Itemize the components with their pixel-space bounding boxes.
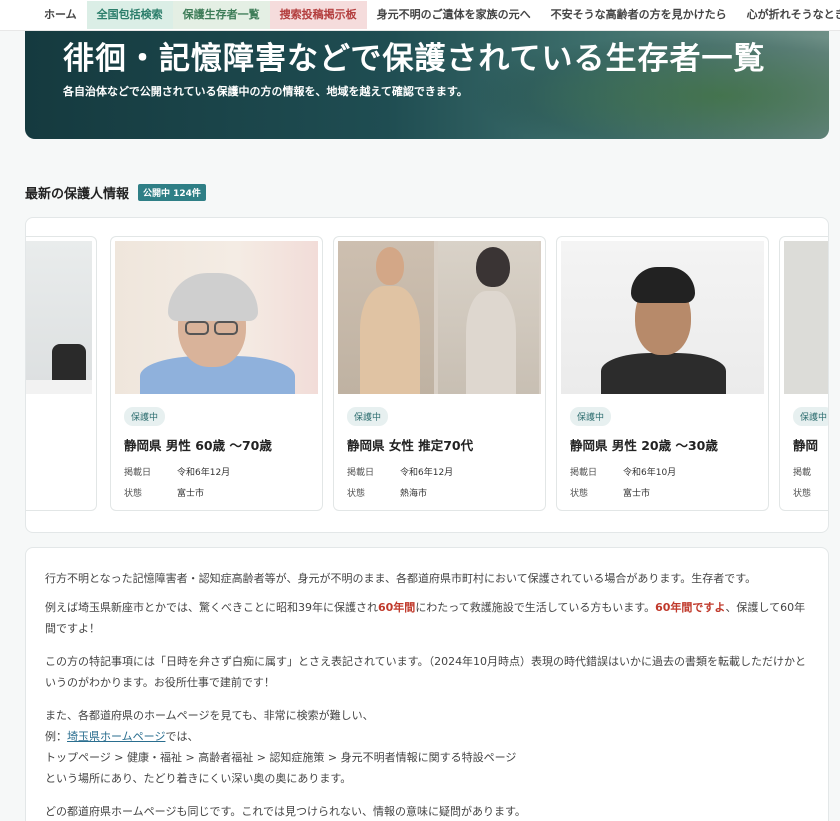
hero-subtitle: 各自治体などで公開されている保護中の方の情報を、地域を越えて確認できます。 (63, 85, 468, 98)
paragraph-4: また、各都道府県のホームページを見ても、非常に検索が難しい、 例：埼玉県ホームペ… (45, 705, 815, 789)
top-nav: ホーム 全国包括検索 保護生存者一覧 捜索投稿掲示板 身元不明のご遺体を家族の元… (0, 0, 840, 31)
text: にわたって救護施設で生活している方もいます。 (415, 601, 656, 614)
paragraph-1: 行方不明となった記憶障害者・認知症高齢者等が、身元が不明のまま、各都道府県市町村… (45, 572, 757, 585)
status-chip: 保護中 (570, 407, 612, 426)
meta-label-date: 掲載日 (570, 468, 598, 478)
card-title: 静岡県 男性 20歳 〜30歳 (570, 438, 718, 453)
meta-value-date: 令和6年12月 (400, 468, 454, 478)
text: また、各都道府県のホームページを見ても、非常に検索が難しい、 (45, 709, 374, 722)
highlight-60-years-emphasis: 60年間ですよ (655, 601, 726, 614)
meta-label-date: 掲載日 (347, 468, 375, 478)
saitama-homepage-link[interactable]: 埼玉県ホームページ (67, 730, 165, 743)
text: では、 (165, 730, 199, 743)
highlight-60-years: 60年間 (378, 601, 416, 614)
meta-value-date: 令和6年12月 (177, 468, 231, 478)
person-photo (26, 241, 92, 394)
text: 例えば埼玉県新座市とかでは、驚くべきことに昭和39年に保護され (45, 601, 378, 614)
status-chip: 保護中 (124, 407, 166, 426)
meta-value-location: 熱海市 (400, 489, 428, 499)
nav-search-board[interactable]: 捜索投稿掲示板 (269, 1, 367, 29)
nav-unidentified-remains[interactable]: 身元不明のご遺体を家族の元へ (367, 1, 541, 29)
person-photo (338, 241, 541, 394)
nav-anxious-elderly[interactable]: 不安そうな高齢者の方を見かけたら (541, 1, 737, 29)
paragraph-3: この方の特記事項には「日時を弁さず白痴に属す」とさえ表記されています。（2024… (45, 655, 807, 689)
nav-nationwide-search[interactable]: 全国包括検索 (86, 1, 173, 29)
paragraph-5: どの都道府県ホームページも同じです。これでは見つけられない、情報の意味に疑問があ… (45, 805, 526, 818)
meta-label-status: 状態 (124, 489, 143, 499)
meta-value-location: 富士市 (177, 489, 205, 499)
person-photo (784, 241, 828, 394)
text: という場所にあり、たどり着きにくい深い奥の奥にあります。 (45, 772, 352, 785)
card-title: 静岡県 女性 推定70代 (347, 438, 474, 453)
person-photo (115, 241, 318, 394)
meta-value-date: 令和6年10月 (623, 468, 677, 478)
hero-title: 徘徊・記憶障害などで保護されている生存者一覧 (63, 41, 766, 77)
nav-support-cane[interactable]: 心が折れそうなときの杖 (737, 1, 840, 29)
person-card-partial-left[interactable] (26, 236, 97, 511)
person-card[interactable]: 保護中 静岡県 男性 20歳 〜30歳 掲載日 令和6年10月 状態 富士市 (556, 236, 769, 511)
person-card[interactable]: 保護中 静岡県 女性 推定70代 掲載日 令和6年12月 状態 熱海市 (333, 236, 546, 511)
article-body: 行方不明となった記憶障害者・認知症高齢者等が、身元が不明のまま、各都道府県市町村… (25, 547, 829, 821)
meta-label-date: 掲載 (793, 468, 812, 478)
paragraph-2: 例えば埼玉県新座市とかでは、驚くべきことに昭和39年に保護され60年間にわたって… (45, 597, 815, 639)
person-photo (561, 241, 764, 394)
meta-label-status: 状態 (793, 489, 812, 499)
person-card-partial-right[interactable]: 保護中 静岡 掲載 状態 (779, 236, 828, 511)
meta-label-status: 状態 (570, 489, 589, 499)
meta-label-status: 状態 (347, 489, 366, 499)
section-title: 最新の保護人情報 (25, 187, 130, 202)
breadcrumb-path-text: トップページ > 健康・福祉 > 高齢者福祉 > 認知症施策 > 身元不明者情報… (45, 751, 517, 764)
card-title: 静岡県 男性 60歳 〜70歳 (124, 438, 272, 453)
meta-value-location: 富士市 (623, 489, 651, 499)
hero-banner: 徘徊・記憶障害などで保護されている生存者一覧 各自治体などで公開されている保護中… (25, 31, 829, 139)
status-chip: 保護中 (793, 407, 828, 426)
nav-protected-survivors[interactable]: 保護生存者一覧 (172, 1, 270, 29)
card-carousel[interactable]: 保護中 静岡県 男性 60歳 〜70歳 掲載日 令和6年12月 状態 富士市 保… (25, 217, 829, 533)
person-card[interactable]: 保護中 静岡県 男性 60歳 〜70歳 掲載日 令和6年12月 状態 富士市 (110, 236, 323, 511)
status-chip: 保護中 (347, 407, 389, 426)
card-title: 静岡 (793, 438, 819, 453)
text: 例： (45, 730, 67, 743)
meta-label-date: 掲載日 (124, 468, 152, 478)
nav-home[interactable]: ホーム (34, 1, 87, 29)
count-badge: 公開中 124件 (138, 184, 206, 201)
